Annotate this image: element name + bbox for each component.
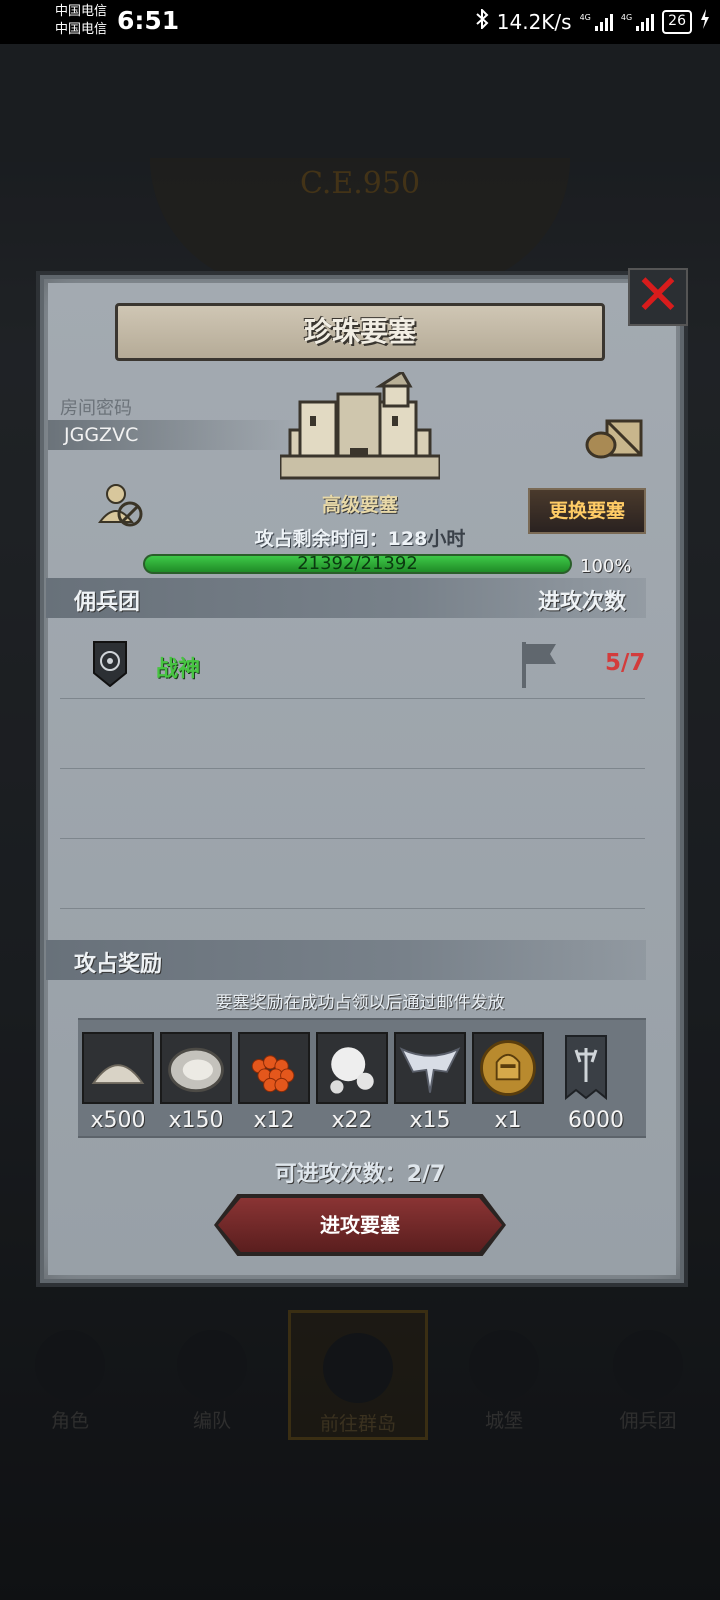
reward-item-banner[interactable]	[550, 1032, 622, 1104]
reward-item-pearl[interactable]	[316, 1032, 388, 1104]
carrier-2: 中国电信	[55, 22, 108, 37]
castle-icon	[280, 372, 440, 480]
attack-count-header: 进攻次数	[538, 590, 627, 615]
fortress-hp-percent: 100%	[580, 556, 632, 577]
signal-1-label: 4G	[579, 12, 591, 22]
banner-icon	[565, 1035, 607, 1101]
time-label: 攻占剩余时间：	[254, 528, 388, 550]
fortress-hp-text: 21392/21392	[297, 553, 418, 574]
reward-item-wing-emblem[interactable]	[394, 1032, 466, 1104]
attacks-available: 可进攻次数：2/7	[274, 1162, 446, 1187]
reward-qty: x15	[409, 1108, 451, 1133]
pearl-icon	[318, 1034, 386, 1102]
reward-item-oyster[interactable]	[160, 1032, 232, 1104]
reward-item-fish-roe[interactable]	[238, 1032, 310, 1104]
status-icons: 14.2K/s 4G 4G 26	[475, 7, 710, 34]
close-button[interactable]: ✕	[628, 268, 688, 326]
net-speed: 14.2K/s	[496, 9, 572, 34]
reward-qty: x500	[90, 1108, 146, 1133]
row-divider	[60, 768, 645, 769]
shield-icon	[93, 641, 127, 687]
clock: 6:51	[117, 6, 180, 35]
battery-indicator: 26	[662, 9, 692, 34]
signal-2-label: 4G	[620, 12, 633, 22]
reward-qty: x1	[494, 1108, 522, 1133]
fish-roe-icon	[240, 1034, 308, 1102]
signal-1-icon: 4G	[580, 13, 613, 31]
reward-header: 攻占奖励	[74, 952, 163, 977]
flag-icon	[522, 642, 556, 688]
no-user-icon[interactable]	[96, 480, 146, 530]
mercenary-header: 佣兵团	[74, 590, 141, 615]
carrier-info: 中国电信 中国电信	[55, 3, 107, 39]
mercenary-name[interactable]: 战神	[156, 651, 200, 683]
reward-qty: x150	[168, 1108, 224, 1133]
bluetooth-icon	[475, 7, 489, 34]
mercenary-attack-count: 5/7	[605, 650, 646, 676]
attack-fortress-button[interactable]: 进攻要塞	[218, 1198, 502, 1252]
dialog-title: 珍珠要塞	[115, 303, 605, 361]
reward-item-sand[interactable]	[82, 1032, 154, 1104]
row-divider	[60, 908, 645, 909]
wing-emblem-icon	[396, 1034, 464, 1102]
signal-2-icon: 4G	[620, 12, 655, 31]
room-password[interactable]: JGGZVC	[64, 424, 138, 446]
time-unit: 小时	[427, 528, 466, 550]
row-divider	[60, 698, 645, 699]
reward-item-knight-medal[interactable]	[472, 1032, 544, 1104]
carrier-1: 中国电信	[55, 4, 108, 19]
status-bar: 中国电信 中国电信 6:51 14.2K/s 4G 4G 26	[0, 0, 720, 44]
close-icon: ✕	[634, 263, 682, 328]
knight-medal-icon	[474, 1034, 542, 1102]
room-password-label: 房间密码	[60, 398, 132, 419]
reward-qty: x12	[253, 1108, 295, 1133]
time-value: 128	[387, 528, 428, 550]
bag-crate-icon[interactable]	[585, 415, 645, 459]
reward-note: 要塞奖励在成功占领以后通过邮件发放	[215, 993, 505, 1013]
row-divider	[60, 838, 645, 839]
sand-icon	[84, 1034, 152, 1102]
oyster-icon	[162, 1034, 230, 1102]
reward-qty: x22	[331, 1108, 373, 1133]
charging-icon	[700, 9, 710, 34]
capture-time-remaining: 攻占剩余时间：128小时	[0, 524, 720, 551]
reward-qty: 6000	[568, 1108, 624, 1133]
